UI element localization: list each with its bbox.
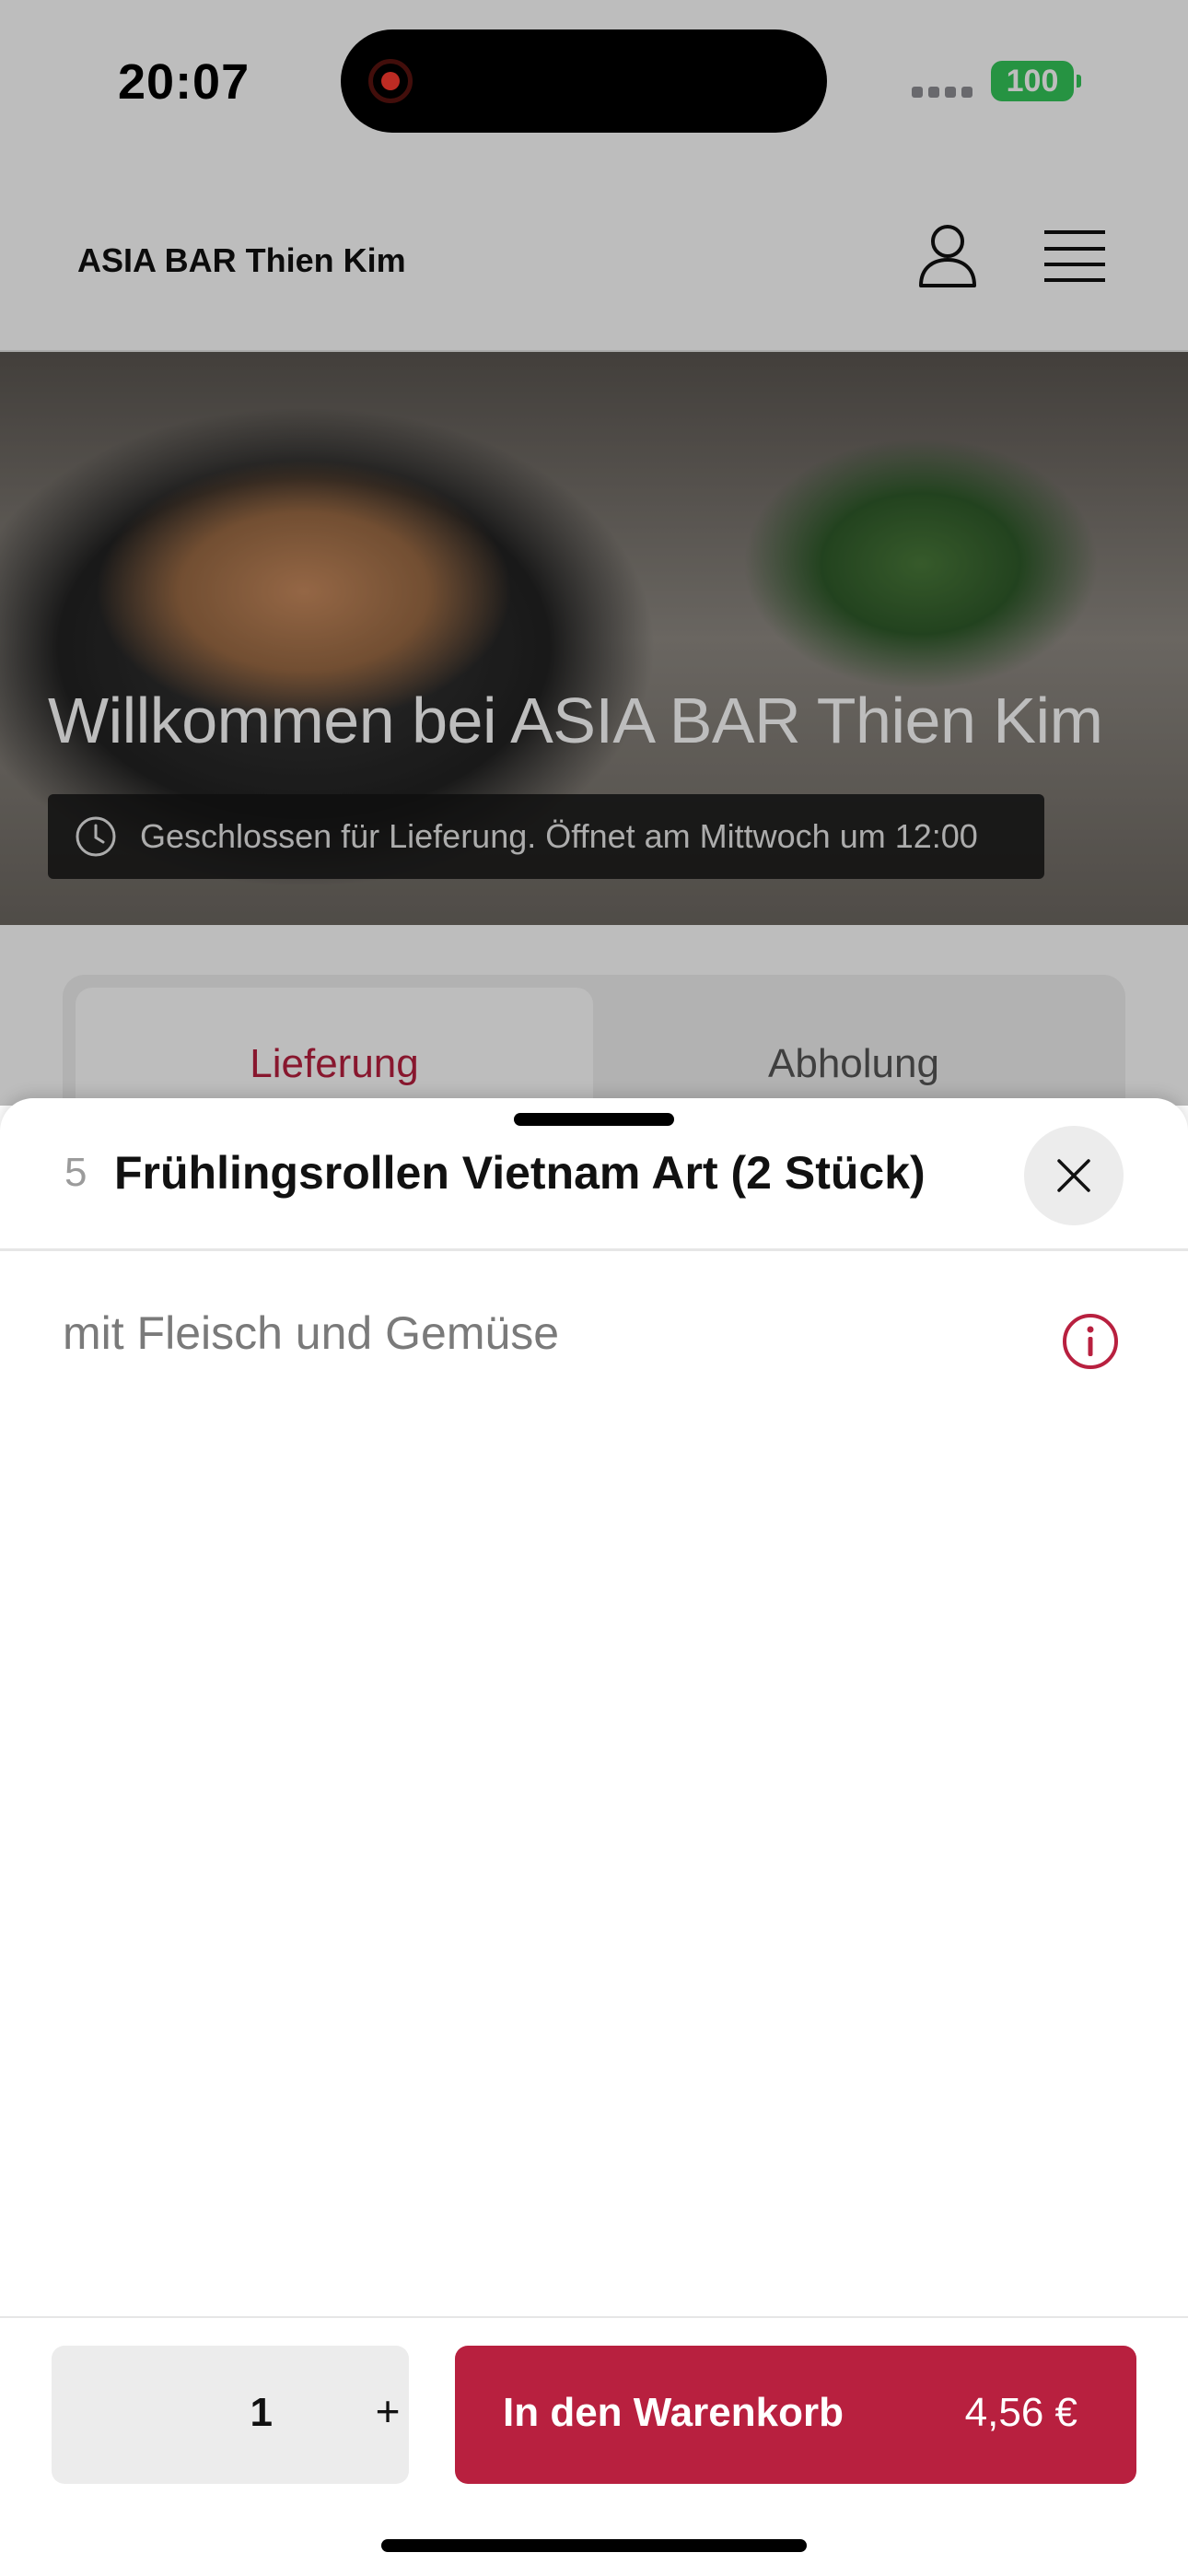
quantity-value: 1 (250, 2390, 273, 2435)
item-description: mit Fleisch und Gemüse (63, 1307, 560, 1359)
add-to-cart-button[interactable]: In den Warenkorb 4,56 € (455, 2346, 1136, 2484)
quantity-stepper: 1 + (52, 2346, 409, 2484)
close-icon (1057, 1159, 1090, 1192)
item-detail-sheet: 5 Frühlingsrollen Vietnam Art (2 Stück) … (0, 1098, 1188, 2576)
add-to-cart-label: In den Warenkorb (503, 2390, 844, 2435)
screen: 20:07 100 ASIA BAR Thien Kim Willkommen … (0, 0, 1188, 2576)
item-number: 5 (64, 1150, 87, 1195)
info-icon[interactable] (1061, 1312, 1120, 1371)
item-price: 4,56 € (964, 2390, 1077, 2435)
home-indicator[interactable] (381, 2539, 807, 2552)
item-title: Frühlingsrollen Vietnam Art (2 Stück) (114, 1147, 926, 1199)
sheet-grabber[interactable] (514, 1113, 674, 1126)
sheet-footer: 1 + In den Warenkorb 4,56 € (0, 2316, 1188, 2576)
close-button[interactable] (1024, 1126, 1124, 1225)
backdrop-overlay[interactable] (0, 0, 1188, 1106)
sheet-header: 5 Frühlingsrollen Vietnam Art (2 Stück) (0, 1126, 1188, 1251)
quantity-increase-button[interactable]: + (365, 2386, 411, 2436)
